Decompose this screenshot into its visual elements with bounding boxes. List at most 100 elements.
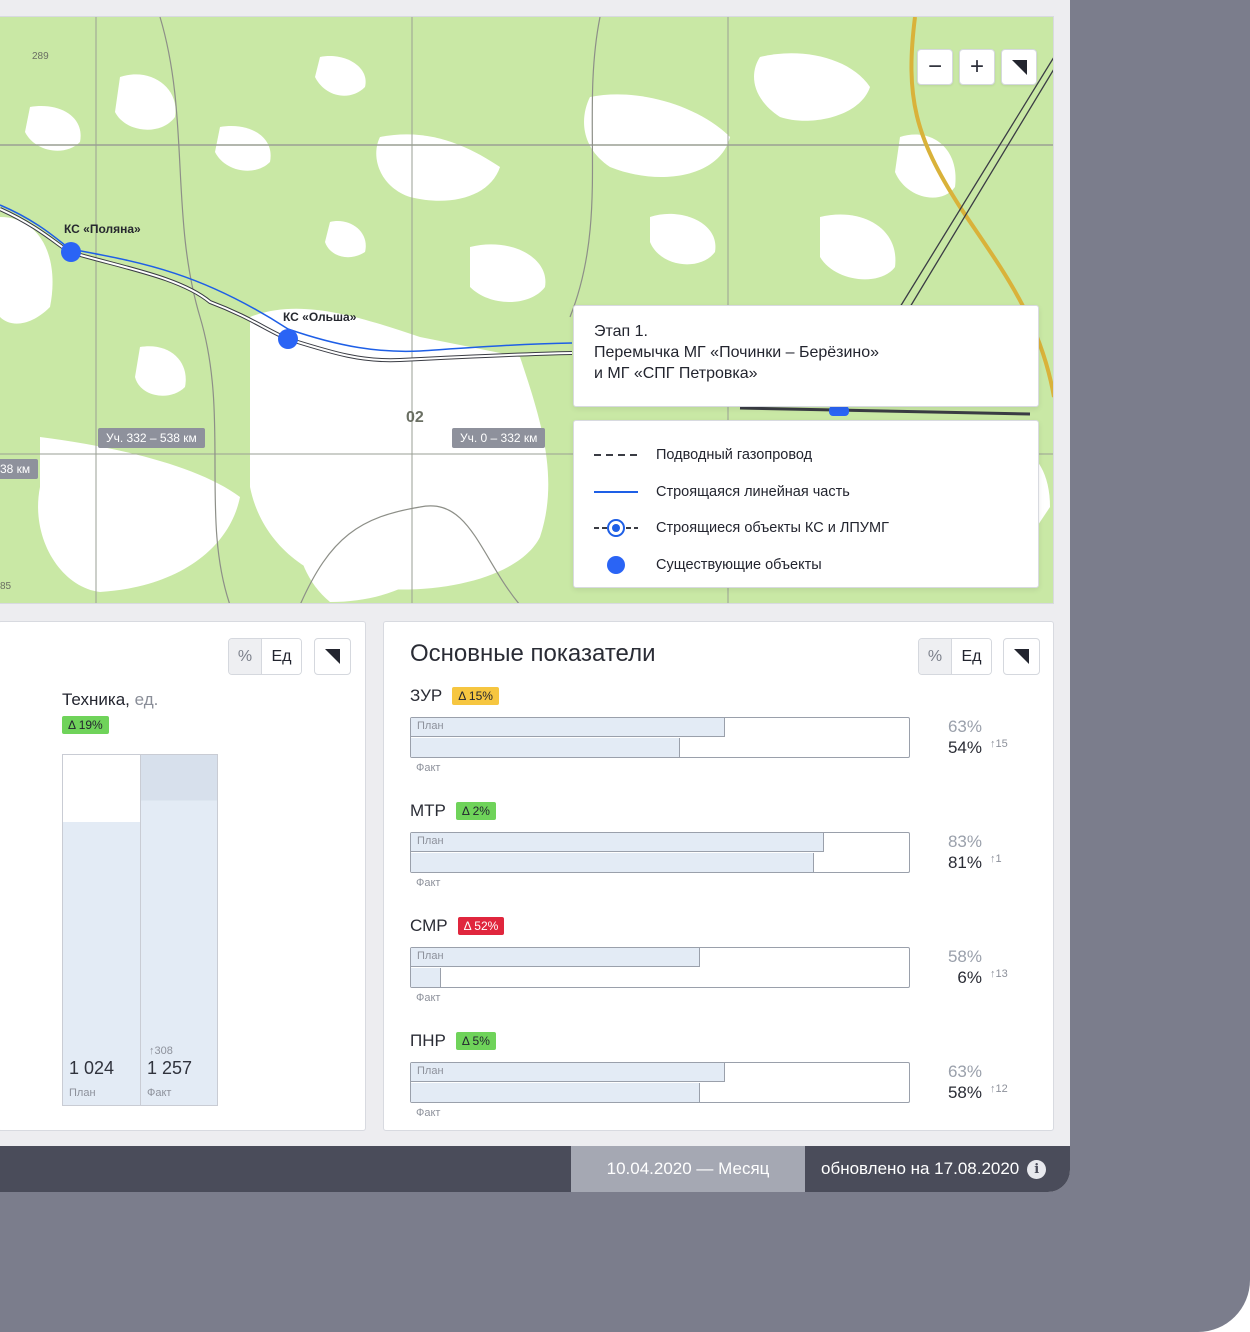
diff-indicator: ↑15 — [990, 738, 1008, 750]
fact-bar — [411, 1083, 700, 1102]
fact-diff: ↑308 — [149, 1045, 173, 1057]
info-icon[interactable]: i — [1027, 1159, 1047, 1179]
tech-chart: 1 024 План ↑308 1 257 Факт — [62, 754, 218, 1106]
legend-label: Строящиеся объекты КС и ЛПУМГ — [656, 520, 889, 537]
expand-icon[interactable] — [1001, 49, 1037, 85]
units-toggle[interactable]: Ед — [261, 639, 301, 674]
unit-toggle[interactable]: % Ед — [228, 638, 302, 675]
stage-line3: и МГ «СПГ Петровка» — [594, 365, 758, 382]
plan-bar-label: План — [417, 1065, 444, 1077]
delta-badge: Δ 2% — [455, 802, 496, 820]
fact-column: ↑308 1 257 Факт — [140, 755, 217, 1105]
zoom-out-button[interactable]: − — [917, 49, 953, 85]
kpi-row: МТР Δ 2% План Факт 83% 81% ↑1 — [410, 801, 1030, 916]
tech-title: Техника, ед. — [62, 690, 158, 710]
tech-panel: % Ед Техника, ед. Δ 19% 1 024 План ↑308 … — [0, 621, 366, 1131]
fact-bar-label: Факт — [416, 992, 441, 1004]
tech-unit: ед. — [134, 690, 159, 709]
blue-dot-icon — [594, 555, 656, 575]
diff-indicator: ↑1 — [990, 853, 1002, 865]
plan-bar — [411, 948, 700, 967]
delta-badge: Δ 5% — [455, 1032, 496, 1050]
period-selector[interactable]: 10.04.2020 — Месяц — [571, 1146, 805, 1192]
kpi-row: ПНР Δ 5% План Факт 63% 58% ↑12 — [410, 1031, 1030, 1146]
zone-number: 02 — [406, 409, 424, 426]
unit-toggle[interactable]: % Ед — [918, 638, 992, 675]
legend-label: Строящаяся линейная часть — [656, 483, 850, 500]
updated-status: обновлено на 17.08.2020 i — [821, 1146, 1047, 1192]
percent-toggle[interactable]: % — [919, 639, 951, 674]
expand-icon[interactable] — [314, 638, 351, 675]
fact-percent: 6% — [957, 968, 982, 987]
kpi-bar: План — [410, 832, 910, 873]
kpi-bar: План — [410, 947, 910, 988]
kpi-row: СМР Δ 52% План Факт 58% 6% ↑13 — [410, 916, 1030, 1031]
kpi-bar: План — [410, 717, 910, 758]
status-footer: 10.04.2020 — Месяц обновлено на 17.08.20… — [0, 1146, 1070, 1192]
units-toggle[interactable]: Ед — [951, 639, 991, 674]
fact-caption: Факт — [147, 1087, 172, 1099]
stage-line2: Перемычка МГ «Починки – Берёзино» — [594, 344, 880, 361]
plan-percent: 58% — [947, 947, 982, 966]
svg-text:85: 85 — [0, 581, 12, 592]
fact-percent: 54% — [947, 738, 982, 757]
legend-item: Подводный газопровод — [594, 437, 1018, 474]
expand-icon[interactable] — [1003, 638, 1040, 675]
legend-label: Существующие объекты — [656, 556, 822, 573]
segment-label: 38 км — [0, 459, 39, 479]
station-label-polyana: КС «Поляна» — [64, 222, 141, 236]
map-controls: − + — [917, 49, 1037, 85]
diff-indicator: ↑12 — [990, 1083, 1008, 1095]
legend-item: Строящаяся линейная часть — [594, 474, 1018, 511]
plan-bar — [411, 718, 725, 737]
kpi-label: ЗУР — [410, 686, 443, 705]
plan-bar-label: План — [417, 835, 444, 847]
tech-delta-badge: Δ 19% — [62, 716, 109, 734]
fact-bar-label: Факт — [416, 762, 441, 774]
plan-percent: 83% — [947, 832, 982, 851]
plan-caption: План — [69, 1087, 96, 1099]
percent-toggle[interactable]: % — [229, 639, 261, 674]
kpi-panel: Основные показатели % Ед ЗУР Δ 15% План Фак… — [383, 621, 1054, 1131]
kpi-name: МТР Δ 2% — [410, 801, 496, 821]
plan-bar-label: План — [417, 720, 444, 732]
fact-bar-label: Факт — [416, 1107, 441, 1119]
kpi-name: ЗУР Δ 15% — [410, 686, 499, 706]
stage-info-card[interactable]: Этап 1. Перемычка МГ «Починки – Берёзино… — [573, 305, 1039, 407]
plan-bar-label: План — [417, 950, 444, 962]
kpi-label: МТР — [410, 801, 446, 820]
device-frame: 289 85 КС «Поляна» КС «Ольша» Уч. 332 – … — [0, 0, 1250, 1332]
station-label-olsha: КС «Ольша» — [283, 310, 357, 324]
legend-item: Строящиеся объекты КС и ЛПУМГ — [594, 510, 1018, 547]
plan-percent: 63% — [947, 717, 982, 736]
dashboard-screen: 289 85 КС «Поляна» КС «Ольша» Уч. 332 – … — [0, 0, 1070, 1192]
dashed-line-icon — [594, 453, 656, 457]
blue-line-icon — [594, 490, 656, 494]
kpi-label: СМР — [410, 916, 448, 935]
tech-title-text: Техника, — [62, 690, 130, 709]
fact-bar — [411, 738, 680, 757]
legend-label: Подводный газопровод — [656, 447, 813, 464]
stage-title: Этап 1. — [594, 323, 648, 340]
fact-bar-label: Факт — [416, 877, 441, 889]
kpi-title: Основные показатели — [410, 640, 656, 667]
kpi-name: ПНР Δ 5% — [410, 1031, 496, 1051]
map-legend: Подводный газопровод Строящаяся линейная… — [573, 420, 1039, 588]
gear-node-icon — [594, 517, 656, 539]
zoom-in-button[interactable]: + — [959, 49, 995, 85]
diff-indicator: ↑13 — [990, 968, 1008, 980]
fact-value: 1 257 — [147, 1058, 193, 1078]
plan-bar — [411, 1063, 725, 1082]
plan-value: 1 024 — [69, 1058, 115, 1078]
fact-percent: 81% — [947, 853, 982, 872]
segment-label: Уч. 332 – 538 км — [98, 428, 205, 448]
delta-badge: Δ 15% — [452, 687, 499, 705]
delta-badge: Δ 52% — [457, 917, 505, 935]
kpi-label: ПНР — [410, 1031, 446, 1050]
plan-bar — [411, 833, 825, 852]
fact-bar — [411, 853, 815, 872]
map-view[interactable]: 289 85 КС «Поляна» КС «Ольша» Уч. 332 – … — [0, 16, 1054, 604]
kpi-name: СМР Δ 52% — [410, 916, 505, 936]
kpi-bar: План — [410, 1062, 910, 1103]
delta-badge: Δ 19% — [62, 716, 109, 734]
